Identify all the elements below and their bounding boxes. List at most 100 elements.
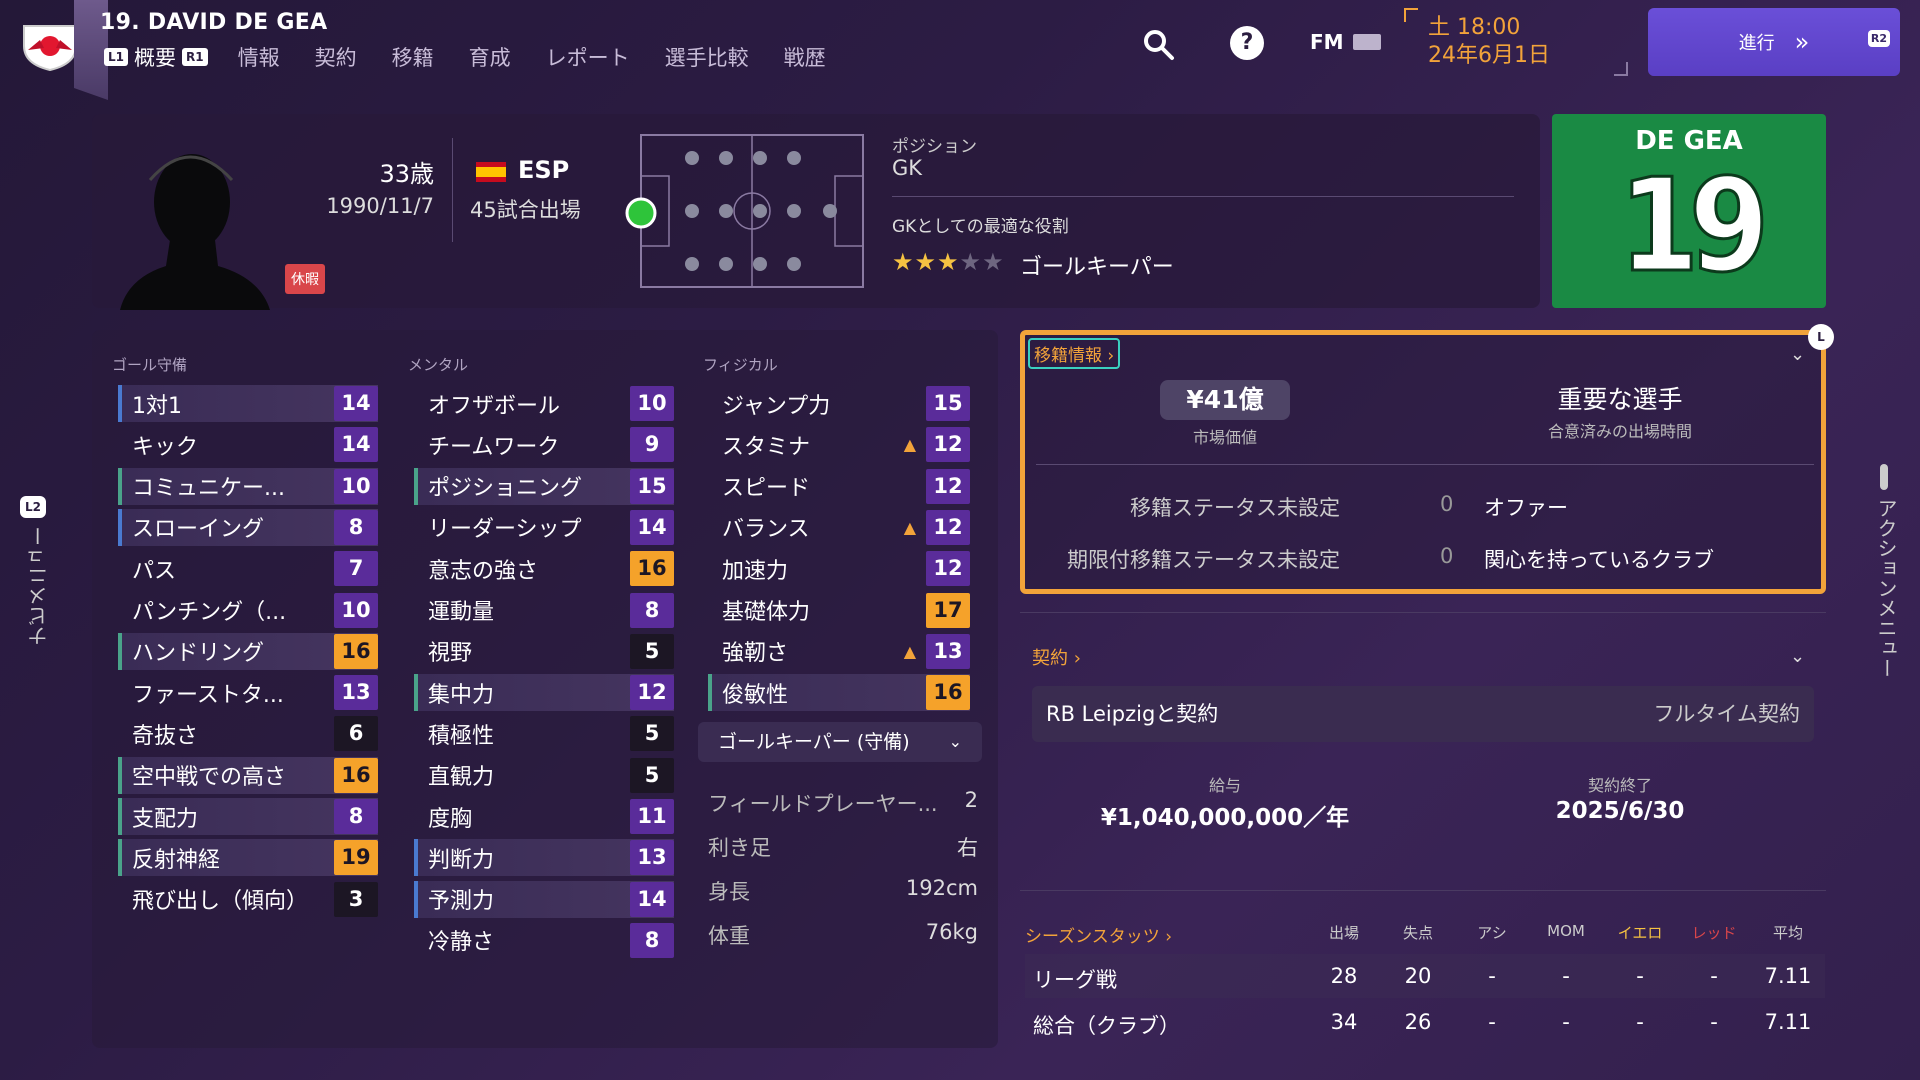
attribute-row[interactable]: ポジショニング 15 — [414, 467, 674, 505]
tab-history[interactable]: 戦歴 — [784, 42, 826, 72]
attribute-row[interactable]: 反射神経 19 — [118, 839, 378, 877]
attribute-row[interactable]: 予測力 14 — [414, 880, 674, 918]
action-menu-label: アクションメニュー — [1874, 498, 1898, 678]
attribute-row[interactable]: パス 7 — [118, 550, 378, 587]
attribute-row[interactable]: 基礎体力 17 — [708, 592, 970, 629]
tab-info[interactable]: 情報 — [238, 42, 280, 72]
contract-link[interactable]: 契約 › — [1032, 644, 1081, 670]
attribute-value: 16 — [334, 633, 378, 669]
attribute-name: コミュニケー... — [132, 476, 285, 502]
nav-menu-label: ナビメニュー — [27, 526, 51, 646]
stats-competition: 総合（クラブ） — [1033, 1014, 1180, 1038]
attribute-value: 9 — [630, 427, 674, 463]
attribute-row[interactable]: 加速力 12 — [708, 550, 970, 587]
attribute-name: パス — [132, 558, 177, 584]
player-avatar-silhouette — [120, 154, 270, 310]
attribute-row[interactable]: 集中力 12 — [414, 674, 674, 712]
attribute-row[interactable]: 意志の強さ 16 — [414, 550, 674, 587]
attribute-row[interactable]: 積極性 5 — [414, 715, 674, 752]
attribute-row[interactable]: 度胸 11 — [414, 798, 674, 835]
tab-development[interactable]: 育成 — [469, 42, 511, 72]
season-stats-heading: シーズンスタッツ — [1025, 927, 1160, 947]
attribute-value: 15 — [926, 386, 970, 421]
help-icon[interactable]: ? — [1230, 26, 1264, 60]
attribute-row[interactable]: オフザボール 10 — [414, 385, 674, 422]
stats-row: リーグ戦 28 20 - - - - 7.11 — [1025, 954, 1825, 998]
attribute-row[interactable]: 判断力 13 — [414, 839, 674, 877]
chevron-double-right-icon: » — [1794, 28, 1810, 56]
attribute-name: スローイング — [132, 517, 265, 543]
stats-cell: - — [1488, 964, 1496, 988]
attribute-row[interactable]: ハンドリング 16 — [118, 632, 378, 670]
tab-report[interactable]: レポート — [546, 42, 630, 72]
chevron-down-icon[interactable]: ⌄ — [1790, 344, 1805, 365]
attribute-rising-icon: ▲ — [903, 641, 916, 661]
attribute-row[interactable]: 1対1 14 — [118, 385, 378, 422]
attribute-row[interactable]: 支配力 8 — [118, 798, 378, 835]
attribute-name: 判断力 — [428, 847, 495, 873]
attribute-row[interactable]: コミュニケー... 10 — [118, 467, 378, 505]
nav-menu[interactable]: L2 ナビメニュー — [20, 496, 51, 646]
attribute-name: 空中戦での高さ — [132, 765, 287, 791]
info-value: 192cm — [905, 876, 978, 900]
position-pitch-diagram[interactable] — [640, 134, 864, 288]
role-select-dropdown[interactable]: ゴールキーパー (守備) ⌄ — [698, 722, 982, 762]
continue-button[interactable]: 進行 » R2 — [1648, 8, 1900, 76]
attribute-row[interactable]: チームワーク 9 — [414, 426, 674, 463]
attribute-row[interactable]: 直観力 5 — [414, 757, 674, 794]
attribute-value: 12 — [926, 427, 970, 463]
attribute-name: 強靭さ — [722, 641, 789, 667]
attribute-row[interactable]: 視野 5 — [414, 633, 674, 670]
col-yellow: イエロ — [1617, 924, 1663, 942]
squad-status: 重要な選手 — [1557, 385, 1683, 414]
expiry-value: 2025/6/30 — [1555, 798, 1685, 824]
tab-transfer[interactable]: 移籍 — [392, 42, 434, 72]
action-menu[interactable]: アクションメニュー — [1872, 464, 1902, 678]
attribute-name: パンチング（... — [132, 600, 287, 625]
transfer-info-link[interactable]: 移籍情報 › — [1028, 338, 1121, 369]
attribute-row[interactable]: 運動量 8 — [414, 592, 674, 629]
col-red: レッド — [1691, 924, 1737, 942]
tab-contract[interactable]: 契約 — [315, 42, 357, 72]
tab-overview[interactable]: 概要 — [134, 42, 176, 72]
attribute-value: 12 — [926, 551, 970, 587]
attribute-value: 8 — [334, 799, 378, 834]
chevron-down-icon[interactable]: ⌄ — [1790, 646, 1805, 667]
attribute-row[interactable]: ファーストタ... 13 — [118, 674, 378, 711]
attribute-rising-icon: ▲ — [903, 517, 916, 537]
attribute-row[interactable]: スローイング 8 — [118, 508, 378, 546]
club-crest-icon — [23, 25, 77, 72]
attribute-row[interactable]: リーダーシップ 14 — [414, 509, 674, 546]
attribute-name: 意志の強さ — [428, 558, 539, 584]
clock-date: 24年6月1日 — [1428, 43, 1550, 68]
attribute-row[interactable]: 強靭さ ▲ 13 — [708, 633, 970, 670]
attribute-name: ポジショニング — [428, 476, 583, 502]
attribute-row[interactable]: ジャンプ力 15 — [708, 385, 970, 422]
attribute-row[interactable]: 飛び出し（傾向） 3 — [118, 881, 378, 918]
attribute-row[interactable]: スピード 12 — [708, 468, 970, 505]
attribute-row[interactable]: 冷静さ 8 — [414, 922, 674, 959]
attribute-name: 奇抜さ — [132, 723, 199, 749]
player-nationality: ESP — [518, 156, 570, 184]
squad-status-label: 合意済みの出場時間 — [1547, 422, 1692, 441]
attribute-row[interactable]: 空中戦での高さ 16 — [118, 756, 378, 794]
attribute-row[interactable]: スタミナ ▲ 12 — [708, 426, 970, 463]
attribute-row[interactable]: パンチング（... 10 — [118, 592, 378, 629]
expiry-label: 契約終了 — [1587, 776, 1652, 795]
attribute-name: 基礎体力 — [722, 600, 811, 625]
tab-compare[interactable]: 選手比較 — [665, 42, 749, 72]
gk-position-marker — [625, 197, 657, 229]
season-stats-link[interactable]: シーズンスタッツ › — [1025, 922, 1172, 947]
attribute-row[interactable]: 俊敏性 16 — [708, 674, 970, 712]
search-icon[interactable] — [1140, 26, 1176, 62]
attribute-name: 1対1 — [132, 393, 182, 419]
wage-value: ¥1,040,000,000／年 — [1100, 805, 1350, 831]
attribute-row[interactable]: 奇抜さ 6 — [118, 715, 378, 752]
stats-cell: 20 — [1404, 964, 1432, 988]
clock-icon: L — [1808, 324, 1834, 350]
attribute-row[interactable]: キック 14 — [118, 426, 378, 463]
keyboard-icon[interactable] — [1353, 34, 1381, 50]
attribute-row[interactable]: バランス ▲ 12 — [708, 509, 970, 546]
attribute-name: 視野 — [428, 641, 473, 667]
player-appearances: 45試合出場 — [470, 198, 581, 222]
